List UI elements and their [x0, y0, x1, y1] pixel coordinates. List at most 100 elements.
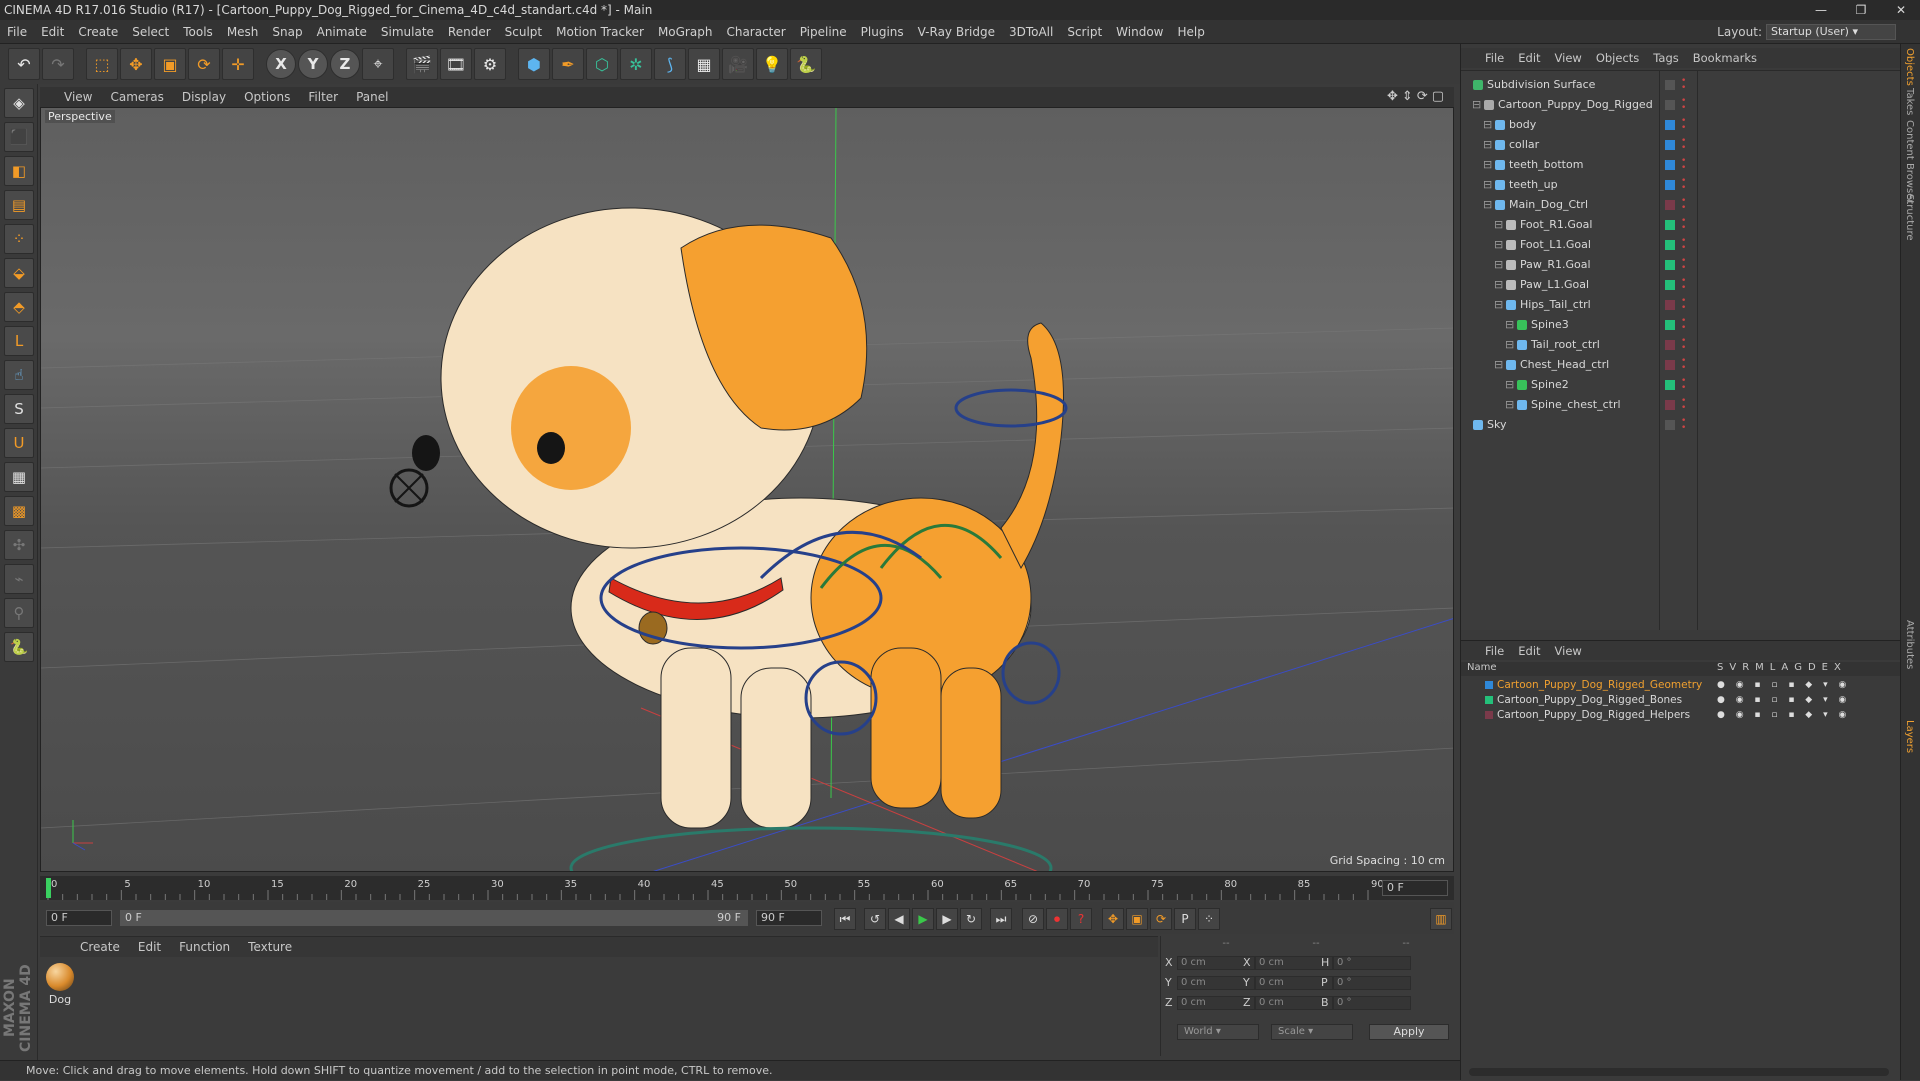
start-frame-field[interactable]: 0 F [46, 910, 112, 926]
camera-target-icon[interactable] [389, 468, 429, 508]
rotate-icon[interactable]: ⟳ [188, 48, 220, 80]
object-row[interactable]: ⊟ Chest_Head_ctrl • • [1461, 355, 1901, 375]
visibility-dots[interactable]: • • [1681, 257, 1686, 273]
timeline-ruler[interactable]: 0 5 10 15 20 25 30 35 40 45 50 55 60 65 70 75 80 85 90 0 F [40, 876, 1454, 900]
layer-color-swatch[interactable] [1485, 711, 1493, 719]
viewport-menu-display[interactable]: Display [182, 90, 226, 104]
render-view-icon[interactable]: 🎬 [406, 48, 438, 80]
object-menu-view[interactable]: View [1555, 51, 1582, 65]
tree-toggle-icon[interactable]: ⊟ [1494, 215, 1503, 235]
object-row[interactable]: ⊟ Paw_L1.Goal • • [1461, 275, 1901, 295]
menu-help[interactable]: Help [1170, 25, 1211, 39]
coord-value-field[interactable]: 0 ° [1333, 976, 1411, 990]
knife-icon[interactable]: ⚲ [4, 598, 34, 628]
visibility-dots[interactable]: • • [1681, 217, 1686, 233]
visibility-dots[interactable]: • • [1681, 137, 1686, 153]
object-menu-tags[interactable]: Tags [1653, 51, 1678, 65]
motion-record-icon[interactable]: ⊘ [1022, 908, 1044, 930]
deformer-icon[interactable]: ⟆ [654, 48, 686, 80]
visibility-dots[interactable]: • • [1681, 357, 1686, 373]
viewport-perspective[interactable]: Perspective Grid Spacing : 10 cm [40, 107, 1454, 872]
object-row[interactable]: ⊟ Hips_Tail_ctrl • • [1461, 295, 1901, 315]
x-axis-icon[interactable]: X [266, 49, 296, 79]
menu-sculpt[interactable]: Sculpt [498, 25, 549, 39]
puppy-model[interactable] [412, 207, 1064, 829]
tree-toggle-icon[interactable]: ⊟ [1505, 375, 1514, 395]
visibility-dots[interactable]: • • [1681, 297, 1686, 313]
object-row[interactable]: ⊟ Cartoon_Puppy_Dog_Rigged • • [1461, 95, 1901, 115]
prev-key-icon[interactable]: ↺ [864, 908, 886, 930]
layer-color-swatch[interactable] [1665, 260, 1675, 270]
visibility-dots[interactable]: • • [1681, 417, 1686, 433]
layer-toggle-icons[interactable]: ● ◉ ▪ ▫ ▪ ◆ ▾ ◉ [1717, 678, 1850, 692]
snap-icon[interactable]: S [4, 394, 34, 424]
horizontal-scrollbar[interactable] [1469, 1068, 1889, 1076]
menu-mograph[interactable]: MoGraph [651, 25, 720, 39]
layer-color-swatch[interactable] [1665, 220, 1675, 230]
next-key-icon[interactable]: ↻ [960, 908, 982, 930]
side-tab-content-browser[interactable]: Content Browser [1904, 120, 1915, 203]
tree-toggle-icon[interactable]: ⊟ [1494, 295, 1503, 315]
make-editable-icon[interactable]: ◈ [4, 88, 34, 118]
timeline-window-icon[interactable]: ▥ [1430, 908, 1452, 930]
object-row[interactable]: ⊟ teeth_up • • [1461, 175, 1901, 195]
tree-toggle-icon[interactable]: ⊟ [1494, 275, 1503, 295]
material-menu-create[interactable]: Create [80, 940, 120, 954]
layer-color-swatch[interactable] [1665, 100, 1675, 110]
tree-toggle-icon[interactable]: ⊟ [1472, 95, 1481, 115]
python-icon[interactable]: 🐍 [790, 48, 822, 80]
visibility-dots[interactable]: • • [1681, 197, 1686, 213]
model-mode-icon[interactable]: ⬛ [4, 122, 34, 152]
menu-animate[interactable]: Animate [310, 25, 374, 39]
floor-icon[interactable]: ▦ [688, 48, 720, 80]
texture-mode-icon[interactable]: ◧ [4, 156, 34, 186]
grid-snap-icon[interactable]: ▩ [4, 496, 34, 526]
apply-button[interactable]: Apply [1369, 1024, 1449, 1040]
object-menu-bookmarks[interactable]: Bookmarks [1693, 51, 1757, 65]
object-row[interactable]: ⊟ Foot_R1.Goal • • [1461, 215, 1901, 235]
visibility-dots[interactable]: • • [1681, 157, 1686, 173]
menu-create[interactable]: Create [71, 25, 125, 39]
next-frame-icon[interactable]: ▶ [936, 908, 958, 930]
polygons-mode-icon[interactable]: ⬘ [4, 292, 34, 322]
layer-row[interactable]: Cartoon_Puppy_Dog_Rigged_Bones ● ◉ ▪ ▫ ▪ … [1461, 693, 1901, 707]
layout-dropdown[interactable]: Startup (User) ▾ [1766, 24, 1896, 40]
points-mode-icon[interactable]: ⁘ [4, 224, 34, 254]
side-tab-attributes[interactable]: Attributes [1904, 620, 1915, 669]
coord-value-field[interactable]: 0 ° [1333, 996, 1411, 1010]
viewport-menu-view[interactable]: View [64, 90, 92, 104]
object-row[interactable]: ⊟ Main_Dog_Ctrl • • [1461, 195, 1901, 215]
object-menu-objects[interactable]: Objects [1596, 51, 1639, 65]
layer-color-swatch[interactable] [1665, 120, 1675, 130]
object-row[interactable]: ⊟ Paw_R1.Goal • • [1461, 255, 1901, 275]
tree-toggle-icon[interactable]: ⊟ [1483, 115, 1492, 135]
pen-icon[interactable]: ✒ [552, 48, 584, 80]
go-to-end-icon[interactable]: ⏭ [990, 908, 1012, 930]
render-picture-viewer-icon[interactable]: 🎞 [440, 48, 472, 80]
move-icon[interactable]: ✥ [120, 48, 152, 80]
object-row[interactable]: Subdivision Surface • • [1461, 75, 1901, 95]
viewport-menu-cameras[interactable]: Cameras [110, 90, 163, 104]
object-row[interactable]: ⊟ Tail_root_ctrl • • [1461, 335, 1901, 355]
light-icon[interactable]: 💡 [756, 48, 788, 80]
visibility-dots[interactable]: • • [1681, 337, 1686, 353]
object-menu-file[interactable]: File [1485, 51, 1504, 65]
z-axis-icon[interactable]: Z [330, 49, 360, 79]
grid-lock-icon[interactable]: ▦ [4, 462, 34, 492]
visibility-dots[interactable]: • • [1681, 117, 1686, 133]
object-row[interactable]: ⊟ Foot_L1.Goal • • [1461, 235, 1901, 255]
layer-color-swatch[interactable] [1665, 180, 1675, 190]
key-rotate-icon[interactable]: ⟳ [1150, 908, 1172, 930]
layer-color-swatch[interactable] [1665, 160, 1675, 170]
transform-icon[interactable]: ✛ [222, 48, 254, 80]
viewport-menu-panel[interactable]: Panel [356, 90, 388, 104]
key-pla-icon[interactable]: ⁘ [1198, 908, 1220, 930]
layer-toggle-icons[interactable]: ● ◉ ▪ ▫ ▪ ◆ ▾ ◉ [1717, 708, 1850, 722]
viewport-menu-filter[interactable]: Filter [308, 90, 338, 104]
record-icon[interactable]: ⏺ [1046, 908, 1068, 930]
minimize-icon[interactable]: — [1808, 0, 1834, 20]
layer-row[interactable]: Cartoon_Puppy_Dog_Rigged_Helpers ● ◉ ▪ ▫ … [1461, 708, 1901, 722]
tree-toggle-icon[interactable]: ⊟ [1505, 395, 1514, 415]
layer-color-swatch[interactable] [1665, 300, 1675, 310]
edges-mode-icon[interactable]: ⬙ [4, 258, 34, 288]
